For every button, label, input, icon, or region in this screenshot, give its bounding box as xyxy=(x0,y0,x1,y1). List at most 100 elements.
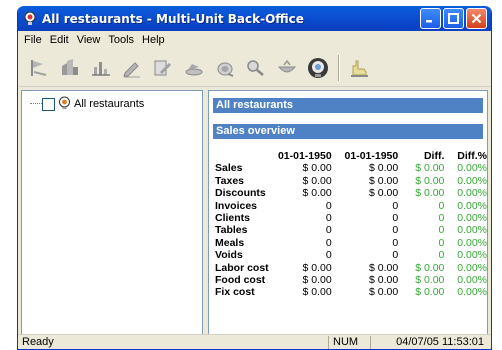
row-value-date1: 0 xyxy=(325,249,332,262)
row-value-date1: $ 0.00 xyxy=(302,187,332,200)
sales-table: 01-01-1950 01-01-1950 Diff. Diff.% Sales… xyxy=(215,150,487,299)
row-value-date1: $ 0.00 xyxy=(302,261,332,274)
toolbar-separator xyxy=(338,54,340,81)
menu-file[interactable]: File xyxy=(20,34,46,46)
row-label: Labor cost xyxy=(215,261,269,274)
edit-document-icon[interactable] xyxy=(150,56,175,80)
flag-icon[interactable] xyxy=(26,56,51,80)
row-label: Tables xyxy=(215,224,248,237)
row-value-diff-percent: 0.00% xyxy=(457,212,487,225)
row-value-date1: 0 xyxy=(325,212,332,225)
row-value-date2: $ 0.00 xyxy=(369,274,399,287)
minimize-button[interactable] xyxy=(420,8,441,29)
row-value-diff: 0 xyxy=(438,249,445,262)
hand-icon[interactable] xyxy=(346,56,371,80)
row-value-diff-percent: 0.00% xyxy=(457,224,487,237)
title-bar[interactable]: All restaurants - Multi-Unit Back-Office xyxy=(18,6,491,31)
table-row: Invoices 0 0 0 0.00% xyxy=(215,200,487,212)
row-label: Meals xyxy=(215,236,245,249)
menu-edit[interactable]: Edit xyxy=(46,34,73,46)
window-title: All restaurants - Multi-Unit Back-Office xyxy=(42,11,304,26)
table-row: Food cost $ 0.00 $ 0.00 $ 0.00 0.00% xyxy=(215,274,487,286)
close-icon xyxy=(471,13,482,24)
menu-help[interactable]: Help xyxy=(138,34,169,46)
row-value-diff: $ 0.00 xyxy=(415,286,445,299)
row-label: Discounts xyxy=(215,187,266,200)
row-value-date2: $ 0.00 xyxy=(369,286,399,299)
row-value-date1: $ 0.00 xyxy=(302,286,332,299)
row-value-date1: 0 xyxy=(325,236,332,249)
table-row: Labor cost $ 0.00 $ 0.00 $ 0.00 0.00% xyxy=(215,262,487,274)
row-value-diff-percent: 0.00% xyxy=(457,174,487,187)
tree-checkbox[interactable] xyxy=(42,97,55,111)
tree-item-all-restaurants[interactable]: All restaurants xyxy=(42,96,144,112)
menu-tools[interactable]: Tools xyxy=(104,34,138,46)
row-label: Invoices xyxy=(215,199,258,212)
row-value-date2: 0 xyxy=(392,249,399,262)
row-label: Voids xyxy=(215,249,243,262)
row-label: Taxes xyxy=(215,174,244,187)
row-value-diff-percent: 0.00% xyxy=(457,236,487,249)
row-value-date2: 0 xyxy=(392,236,399,249)
status-message: Ready xyxy=(22,336,54,348)
bowl-icon[interactable] xyxy=(274,56,299,80)
tree-item-label: All restaurants xyxy=(74,98,145,110)
row-value-date1: 0 xyxy=(325,224,332,237)
close-button[interactable] xyxy=(466,8,487,29)
table-row: Meals 0 0 0 0.00% xyxy=(215,237,487,249)
toolbar xyxy=(18,49,491,87)
row-value-diff-percent: 0.00% xyxy=(457,187,487,200)
minimize-icon xyxy=(426,20,432,23)
row-value-date2: $ 0.00 xyxy=(369,162,399,175)
row-value-diff: $ 0.00 xyxy=(415,261,445,274)
menu-view[interactable]: View xyxy=(73,34,105,46)
table-row: Taxes $ 0.00 $ 0.00 $ 0.00 0.00% xyxy=(215,175,487,187)
row-label: Sales xyxy=(215,162,243,175)
table-row: Voids 0 0 0 0.00% xyxy=(215,249,487,261)
chart-icon[interactable] xyxy=(88,56,113,80)
menu-bar: File Edit View Tools Help xyxy=(18,31,491,49)
row-value-diff: 0 xyxy=(438,224,445,237)
row-value-diff: $ 0.00 xyxy=(415,174,445,187)
table-row: Fix cost $ 0.00 $ 0.00 $ 0.00 0.00% xyxy=(215,286,487,298)
row-value-date2: 0 xyxy=(392,224,399,237)
restaurant-tree[interactable]: All restaurants xyxy=(21,90,203,338)
report-header: All restaurants xyxy=(213,98,483,113)
row-value-date2: $ 0.00 xyxy=(369,174,399,187)
dishes-icon[interactable] xyxy=(181,56,206,80)
row-value-date2: 0 xyxy=(392,212,399,225)
maximize-button[interactable] xyxy=(443,8,464,29)
maximize-icon xyxy=(448,13,459,24)
sales-table-body: Sales $ 0.00 $ 0.00 $ 0.00 0.00% Taxes $… xyxy=(215,162,487,298)
row-value-date1: $ 0.00 xyxy=(302,162,332,175)
search-icon[interactable] xyxy=(243,56,268,80)
row-value-diff: $ 0.00 xyxy=(415,274,445,287)
table-row: Discounts $ 0.00 $ 0.00 $ 0.00 0.00% xyxy=(215,187,487,199)
row-value-date1: 0 xyxy=(325,199,332,212)
content-area: All restaurants All restaurants Sales ov… xyxy=(21,90,488,338)
row-value-date2: $ 0.00 xyxy=(369,261,399,274)
row-value-diff-percent: 0.00% xyxy=(457,199,487,212)
row-value-diff: $ 0.00 xyxy=(415,162,445,175)
row-value-diff: $ 0.00 xyxy=(415,187,445,200)
status-bar: Ready NUM 04/07/05 11:53:01 xyxy=(18,334,491,349)
row-value-date2: $ 0.00 xyxy=(369,187,399,200)
column-header-label xyxy=(215,150,269,162)
row-label: Fix cost xyxy=(215,286,255,299)
scale-icon[interactable] xyxy=(212,56,237,80)
globe-icon[interactable] xyxy=(305,56,330,80)
app-icon xyxy=(22,11,38,27)
report-panel: All restaurants Sales overview 01-01-195… xyxy=(208,90,488,338)
pencil-icon[interactable] xyxy=(119,56,144,80)
row-value-date2: 0 xyxy=(392,199,399,212)
section-title: Sales overview xyxy=(213,124,483,139)
row-label: Food cost xyxy=(215,274,266,287)
status-datetime: 04/07/05 11:53:01 xyxy=(370,335,488,349)
column-header-diff: Diff. xyxy=(423,150,445,162)
table-row: Clients 0 0 0 0.00% xyxy=(215,212,487,224)
column-header-date2: 01-01-1950 xyxy=(344,150,399,162)
table-row: Tables 0 0 0 0.00% xyxy=(215,224,487,236)
building-icon[interactable] xyxy=(57,56,82,80)
row-label: Clients xyxy=(215,212,251,225)
column-header-diff-percent: Diff.% xyxy=(457,150,487,162)
